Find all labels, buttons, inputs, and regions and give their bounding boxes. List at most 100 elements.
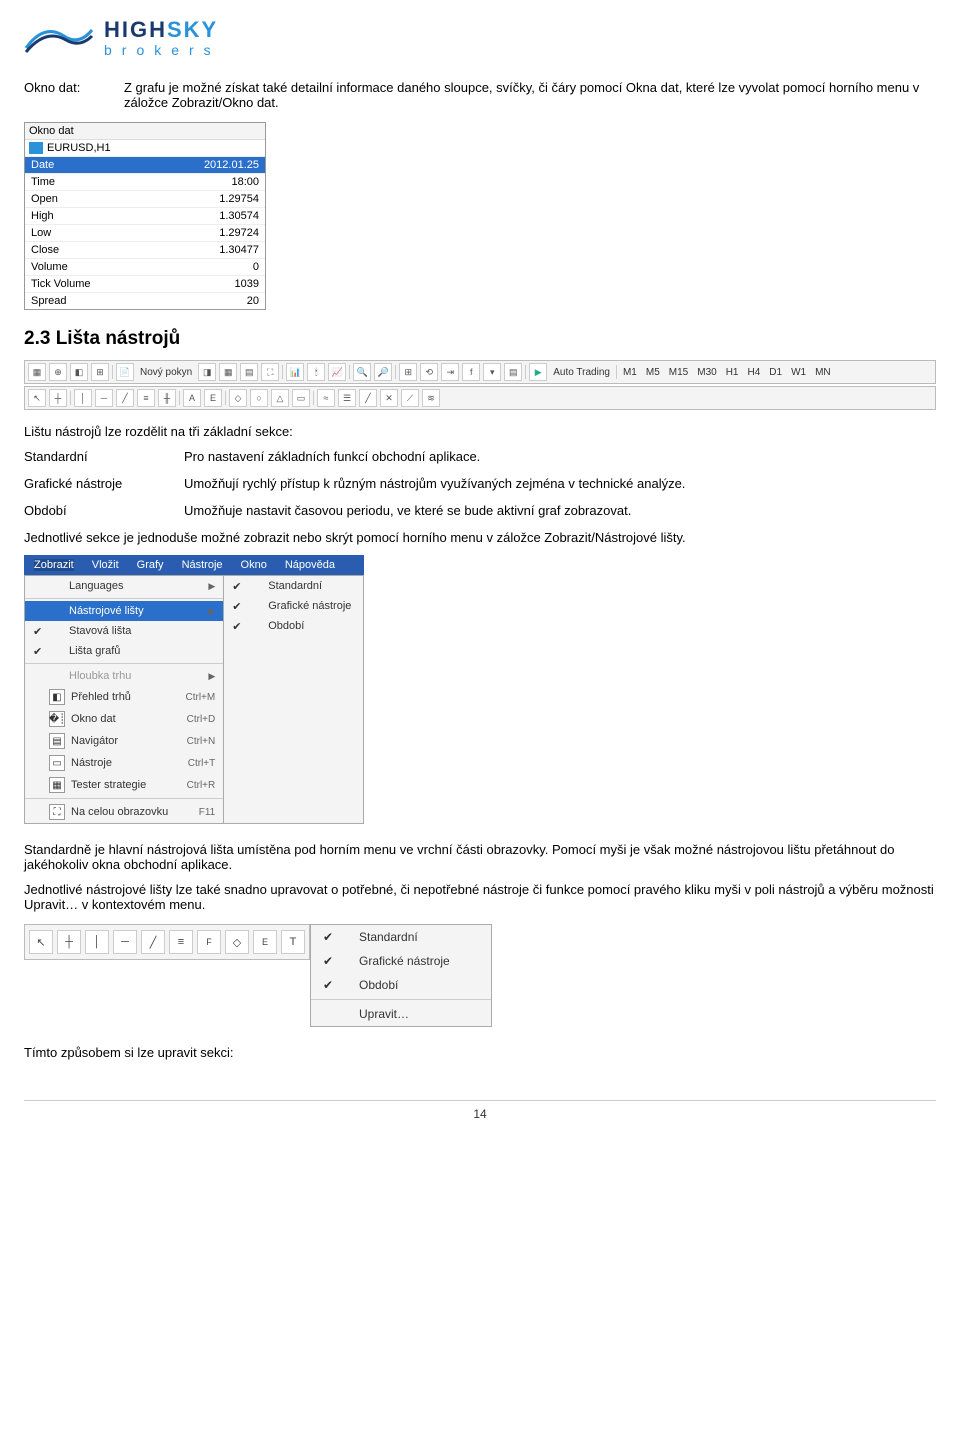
trendline-icon[interactable]: ╱: [141, 930, 165, 954]
menu-item[interactable]: ⛶Na celou obrazovkuF11: [25, 801, 223, 823]
period-button[interactable]: MN: [812, 364, 834, 380]
menu-shortcut: Ctrl+R: [187, 780, 216, 791]
fib-icon[interactable]: ╫: [158, 389, 176, 407]
period-button[interactable]: H4: [744, 364, 763, 380]
tool-icon[interactable]: ⟋: [401, 389, 419, 407]
cursor-icon[interactable]: ↖: [29, 930, 53, 954]
menubar-item[interactable]: Nástroje: [182, 559, 223, 571]
equi-icon[interactable]: E: [253, 930, 277, 954]
tool-icon[interactable]: ☰: [338, 389, 356, 407]
tb-separator: [225, 391, 226, 405]
menu-item[interactable]: ✔Stavová lišta: [25, 621, 223, 641]
menu-item[interactable]: ▭NástrojeCtrl+T: [25, 752, 223, 774]
panel-symbol-row: EURUSD,H1: [25, 140, 265, 156]
tb-btn[interactable]: ▶: [529, 363, 547, 381]
menu-item[interactable]: ✔Standardní: [224, 576, 363, 596]
menu-item[interactable]: Hloubka trhu▶: [25, 666, 223, 686]
tb-btn[interactable]: ⊞: [399, 363, 417, 381]
tb-btn[interactable]: ⛶: [261, 363, 279, 381]
crosshair-icon[interactable]: ┼: [49, 389, 67, 407]
tb-btn[interactable]: 📊: [286, 363, 304, 381]
shape-icon[interactable]: ▭: [292, 389, 310, 407]
menu-item[interactable]: ◧Přehled trhůCtrl+M: [25, 686, 223, 708]
tb-separator: [70, 391, 71, 405]
menubar-item[interactable]: Zobrazit: [34, 559, 74, 571]
period-button[interactable]: W1: [788, 364, 809, 380]
okno-dat-label: Okno dat:: [24, 80, 124, 110]
shape-icon[interactable]: ◇: [225, 930, 249, 954]
tb-btn[interactable]: f: [462, 363, 480, 381]
panel-row: High1.30574: [25, 208, 265, 225]
channel-icon[interactable]: ≡: [137, 389, 155, 407]
tb-btn[interactable]: ⟲: [420, 363, 438, 381]
panel-row: Spread20: [25, 293, 265, 310]
check-icon: ✔: [232, 580, 242, 593]
menu-item[interactable]: ✔Standardní: [311, 925, 491, 949]
def-term: Standardní: [24, 449, 184, 464]
view-menu-screenshot: ZobrazitVložitGrafyNástrojeOknoNápověda …: [24, 555, 364, 824]
shape-icon[interactable]: ◇: [229, 389, 247, 407]
zoom-in-icon[interactable]: 🔍: [353, 363, 371, 381]
period-button[interactable]: H1: [723, 364, 742, 380]
menu-item[interactable]: ✔Období: [224, 616, 363, 636]
menu-item[interactable]: �┊Okno datCtrl+D: [25, 708, 223, 730]
submenu-arrow-icon: ▶: [208, 606, 215, 617]
menubar-item[interactable]: Nápověda: [285, 559, 335, 571]
menu-item[interactable]: ▤NavigátorCtrl+N: [25, 730, 223, 752]
shape-icon[interactable]: ○: [250, 389, 268, 407]
menu-shortcut: F11: [199, 807, 216, 818]
period-button[interactable]: M5: [643, 364, 663, 380]
context-toolbar-screenshot: ↖ ┼ │ ─ ╱ ≡ F ◇ E T ✔Standardní✔Grafické…: [24, 924, 936, 1027]
tool-icon[interactable]: ╱: [359, 389, 377, 407]
tb-btn[interactable]: ◨: [198, 363, 216, 381]
crosshair-icon[interactable]: ┼: [57, 930, 81, 954]
channel-icon[interactable]: ≡: [169, 930, 193, 954]
tb-btn[interactable]: ⊕: [49, 363, 67, 381]
period-button[interactable]: M15: [666, 364, 691, 380]
tool-icon[interactable]: ✕: [380, 389, 398, 407]
menu-item[interactable]: ✔Období: [311, 973, 491, 997]
text-icon[interactable]: A: [183, 389, 201, 407]
tb-btn[interactable]: 📈: [328, 363, 346, 381]
menubar-item[interactable]: Grafy: [137, 559, 164, 571]
menu-item[interactable]: ✔Grafické nástroje: [224, 596, 363, 616]
menu-item[interactable]: ✔Grafické nástroje: [311, 949, 491, 973]
menu-item[interactable]: Nástrojové lišty▶: [25, 601, 223, 621]
cursor-icon[interactable]: ↖: [28, 389, 46, 407]
logo-title: HIGHSKY: [104, 19, 221, 41]
hline-icon[interactable]: ─: [95, 389, 113, 407]
period-button[interactable]: D1: [766, 364, 785, 380]
tb-btn[interactable]: 📄: [116, 363, 134, 381]
tb-btn[interactable]: ▦: [219, 363, 237, 381]
tb-btn[interactable]: ◧: [70, 363, 88, 381]
text-icon[interactable]: T: [281, 930, 305, 954]
tool-icon[interactable]: ≋: [422, 389, 440, 407]
tb-new-order[interactable]: Nový pokyn: [137, 364, 195, 380]
menu-item[interactable]: Languages▶: [25, 576, 223, 596]
tb-btn[interactable]: ⇥: [441, 363, 459, 381]
period-button[interactable]: M1: [620, 364, 640, 380]
tb-btn[interactable]: ▤: [504, 363, 522, 381]
tb-btn[interactable]: ▦: [28, 363, 46, 381]
vline-icon[interactable]: │: [74, 389, 92, 407]
menu-label: Přehled trhů: [71, 691, 180, 703]
menu-item[interactable]: ▦Tester strategieCtrl+R: [25, 774, 223, 796]
hline-icon[interactable]: ─: [113, 930, 137, 954]
tool-icon[interactable]: ≈: [317, 389, 335, 407]
tb-btn[interactable]: 🕯: [307, 363, 325, 381]
tb-btn[interactable]: ▾: [483, 363, 501, 381]
label-icon[interactable]: E: [204, 389, 222, 407]
trendline-icon[interactable]: ╱: [116, 389, 134, 407]
tb-btn[interactable]: ▤: [240, 363, 258, 381]
tb-autotrading[interactable]: Auto Trading: [550, 364, 613, 380]
period-button[interactable]: M30: [694, 364, 719, 380]
menubar-item[interactable]: Vložit: [92, 559, 119, 571]
menu-item[interactable]: ✔Lišta grafů: [25, 641, 223, 661]
zoom-out-icon[interactable]: 🔎: [374, 363, 392, 381]
menu-item[interactable]: Upravit…: [311, 1002, 491, 1026]
tb-btn[interactable]: ⊞: [91, 363, 109, 381]
menubar-item[interactable]: Okno: [241, 559, 267, 571]
shape-icon[interactable]: △: [271, 389, 289, 407]
vline-icon[interactable]: │: [85, 930, 109, 954]
fib-icon[interactable]: F: [197, 930, 221, 954]
